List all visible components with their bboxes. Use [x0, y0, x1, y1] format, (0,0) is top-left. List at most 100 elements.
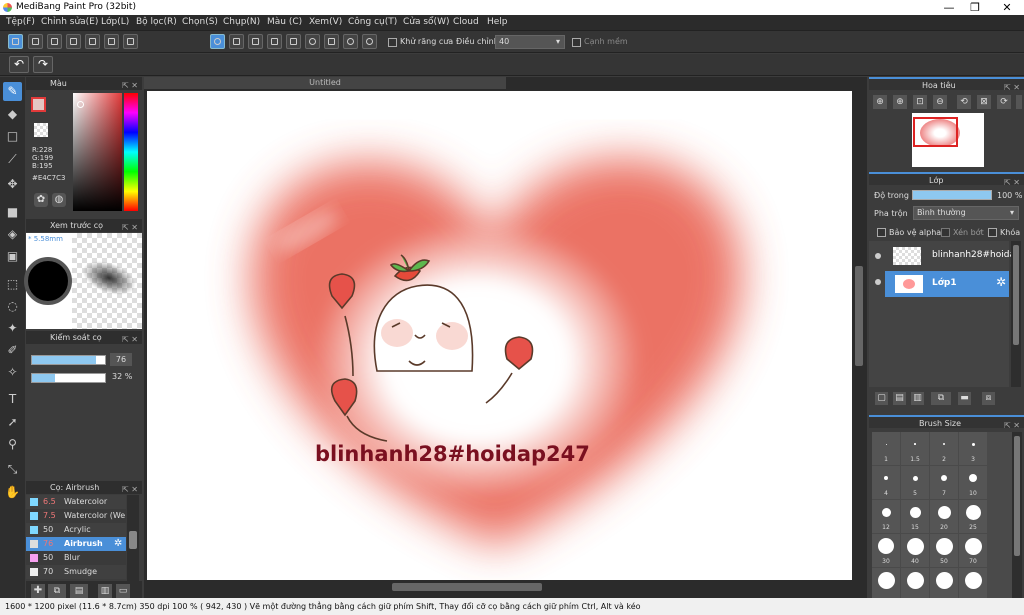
brush-size-cell[interactable]: 1.5: [901, 432, 929, 465]
perspective-snap-icon[interactable]: [267, 34, 282, 49]
menu-window[interactable]: Cửa sổ(W): [403, 17, 449, 27]
menu-view[interactable]: Xem(V): [309, 17, 342, 27]
brush-opacity-slider[interactable]: [31, 373, 106, 383]
list-item-selected[interactable]: 76 Airbrush ✲: [26, 537, 126, 551]
navigator-view-rect[interactable]: [913, 117, 958, 147]
list-item[interactable]: 6.5 Watercolor: [26, 495, 126, 509]
eraser-tool-icon[interactable]: ◆: [3, 105, 22, 124]
brush-folder-icon[interactable]: ▭: [116, 584, 130, 598]
duplicate-layer-icon[interactable]: ⧈: [982, 392, 995, 405]
zoom-in-icon[interactable]: ⊕: [873, 95, 887, 109]
eye-icon[interactable]: [875, 253, 881, 259]
brush-size-cell[interactable]: 4: [872, 466, 900, 499]
curve-snap-icon[interactable]: [324, 34, 339, 49]
reset-view-icon[interactable]: ⊠: [977, 95, 991, 109]
drawing-canvas[interactable]: blinhanh28#hoidap247: [147, 91, 852, 580]
list-item[interactable]: 50 Blur: [26, 551, 126, 565]
navigator-scroll[interactable]: [1016, 95, 1022, 109]
no-snap-icon[interactable]: [210, 34, 225, 49]
brush-copy-icon[interactable]: ⧉: [48, 584, 66, 598]
maximize-button[interactable]: ❐: [960, 0, 990, 15]
canvas-horizontal-scrollbar[interactable]: [147, 581, 852, 593]
menu-select[interactable]: Chọn(S): [182, 17, 218, 27]
move-tool-icon[interactable]: ✥: [3, 175, 22, 194]
brush-size-cell[interactable]: 2: [930, 432, 958, 465]
magic-wand-icon[interactable]: ✦: [3, 319, 22, 338]
parallel-snap-icon[interactable]: [229, 34, 244, 49]
eye-icon[interactable]: [875, 279, 881, 285]
brush-new-icon[interactable]: ▤: [70, 584, 88, 598]
palette-icon[interactable]: ✿: [34, 193, 48, 207]
brush-cloud-icon[interactable]: ▥: [98, 584, 112, 598]
panel-close-icon[interactable]: ⇱ ✕: [122, 79, 138, 92]
brush-size-cell[interactable]: [901, 568, 929, 601]
menu-cloud[interactable]: Cloud: [453, 17, 479, 27]
menu-tools[interactable]: Công cụ(T): [348, 17, 397, 27]
brush-size-cell[interactable]: [872, 568, 900, 601]
list-item[interactable]: 70 Smudge: [26, 565, 126, 579]
menu-capture[interactable]: Chụp(N): [223, 17, 260, 27]
foreground-color-swatch[interactable]: [31, 97, 46, 112]
brush-size-cell[interactable]: 20: [930, 500, 958, 533]
layer-list-scrollbar[interactable]: [1011, 241, 1021, 387]
layer-opacity-slider[interactable]: [912, 190, 992, 200]
antialias-checkbox[interactable]: [388, 38, 397, 47]
close-button[interactable]: ✕: [992, 0, 1022, 15]
grid-snap-icon[interactable]: [248, 34, 263, 49]
brush-size-cell[interactable]: 30: [872, 534, 900, 567]
brush-size-cell[interactable]: 40: [901, 534, 929, 567]
hue-slider[interactable]: [124, 93, 138, 211]
brush-size-slider[interactable]: [31, 355, 106, 365]
menu-edit[interactable]: Chỉnh sửa(E): [41, 17, 98, 27]
cloud-icon[interactable]: [8, 34, 23, 49]
list-item[interactable]: 7.5 Watercolor (We: [26, 509, 126, 523]
soft-edge-checkbox[interactable]: [572, 38, 581, 47]
layer-row-selected[interactable]: Lớp1 ✲: [885, 271, 1009, 297]
clipping-checkbox[interactable]: [941, 228, 950, 237]
select-rect-icon[interactable]: ⬚: [3, 275, 22, 294]
bucket-tool-icon[interactable]: ◈: [3, 225, 22, 244]
menu-help[interactable]: Help: [487, 17, 508, 27]
new-layer-1bit-icon[interactable]: ▥: [911, 392, 924, 405]
layer-row[interactable]: blinhanh28#hoidap: [869, 243, 1021, 269]
radial-snap-icon[interactable]: [286, 34, 301, 49]
new-layer-8bit-icon[interactable]: ▤: [893, 392, 906, 405]
grid-view-icon[interactable]: [123, 34, 138, 49]
folder-icon[interactable]: ▬: [958, 392, 971, 405]
brush-size-cell[interactable]: 50: [930, 534, 958, 567]
brush-size-cell[interactable]: 10: [959, 466, 987, 499]
line-tool-icon[interactable]: ⟋: [3, 150, 22, 169]
brush-size-cell[interactable]: [959, 568, 987, 601]
adjust-select[interactable]: 40 ▾: [495, 35, 565, 49]
hand-tool-icon[interactable]: ✋: [3, 483, 22, 502]
brush-size-cell[interactable]: 3: [959, 432, 987, 465]
comment-icon[interactable]: [47, 34, 62, 49]
protect-alpha-checkbox[interactable]: [877, 228, 886, 237]
transform-icon[interactable]: ⤡: [3, 460, 22, 479]
select-pen-icon[interactable]: ✐: [3, 341, 22, 360]
brush-list-scrollbar[interactable]: [127, 495, 139, 581]
zoom-in-icon[interactable]: ⊕: [893, 95, 907, 109]
snap-settings-icon[interactable]: [362, 34, 377, 49]
brush-size-cell[interactable]: 7: [930, 466, 958, 499]
gear-icon[interactable]: ✲: [114, 538, 122, 549]
panel-close-icon[interactable]: ⇱ ✕: [1004, 419, 1020, 432]
lasso-tool-icon[interactable]: ◌: [3, 297, 22, 316]
panel-icon[interactable]: [104, 34, 119, 49]
dot-tool-icon[interactable]: □: [3, 127, 22, 146]
color-wheel-icon[interactable]: ◍: [52, 193, 66, 207]
layer-menu-icon[interactable]: ⧉: [931, 392, 951, 405]
menu-layer[interactable]: Lớp(L): [101, 17, 129, 27]
zoom-out-icon[interactable]: ⊖: [933, 95, 947, 109]
panel-close-icon[interactable]: ⇱ ✕: [1004, 176, 1020, 189]
eyedropper-icon[interactable]: ⚲: [3, 435, 22, 454]
menu-color[interactable]: Màu (C): [267, 17, 302, 27]
background-color-swatch[interactable]: [34, 123, 48, 137]
brush-size-cell[interactable]: 25: [959, 500, 987, 533]
brush-tool-icon[interactable]: ✎: [3, 82, 22, 101]
brush-size-cell[interactable]: 70: [959, 534, 987, 567]
brush-size-scrollbar[interactable]: [1012, 432, 1022, 603]
text-tool-icon[interactable]: T: [3, 390, 22, 409]
brush-size-cell[interactable]: 5: [901, 466, 929, 499]
brush-size-cell[interactable]: [930, 568, 958, 601]
